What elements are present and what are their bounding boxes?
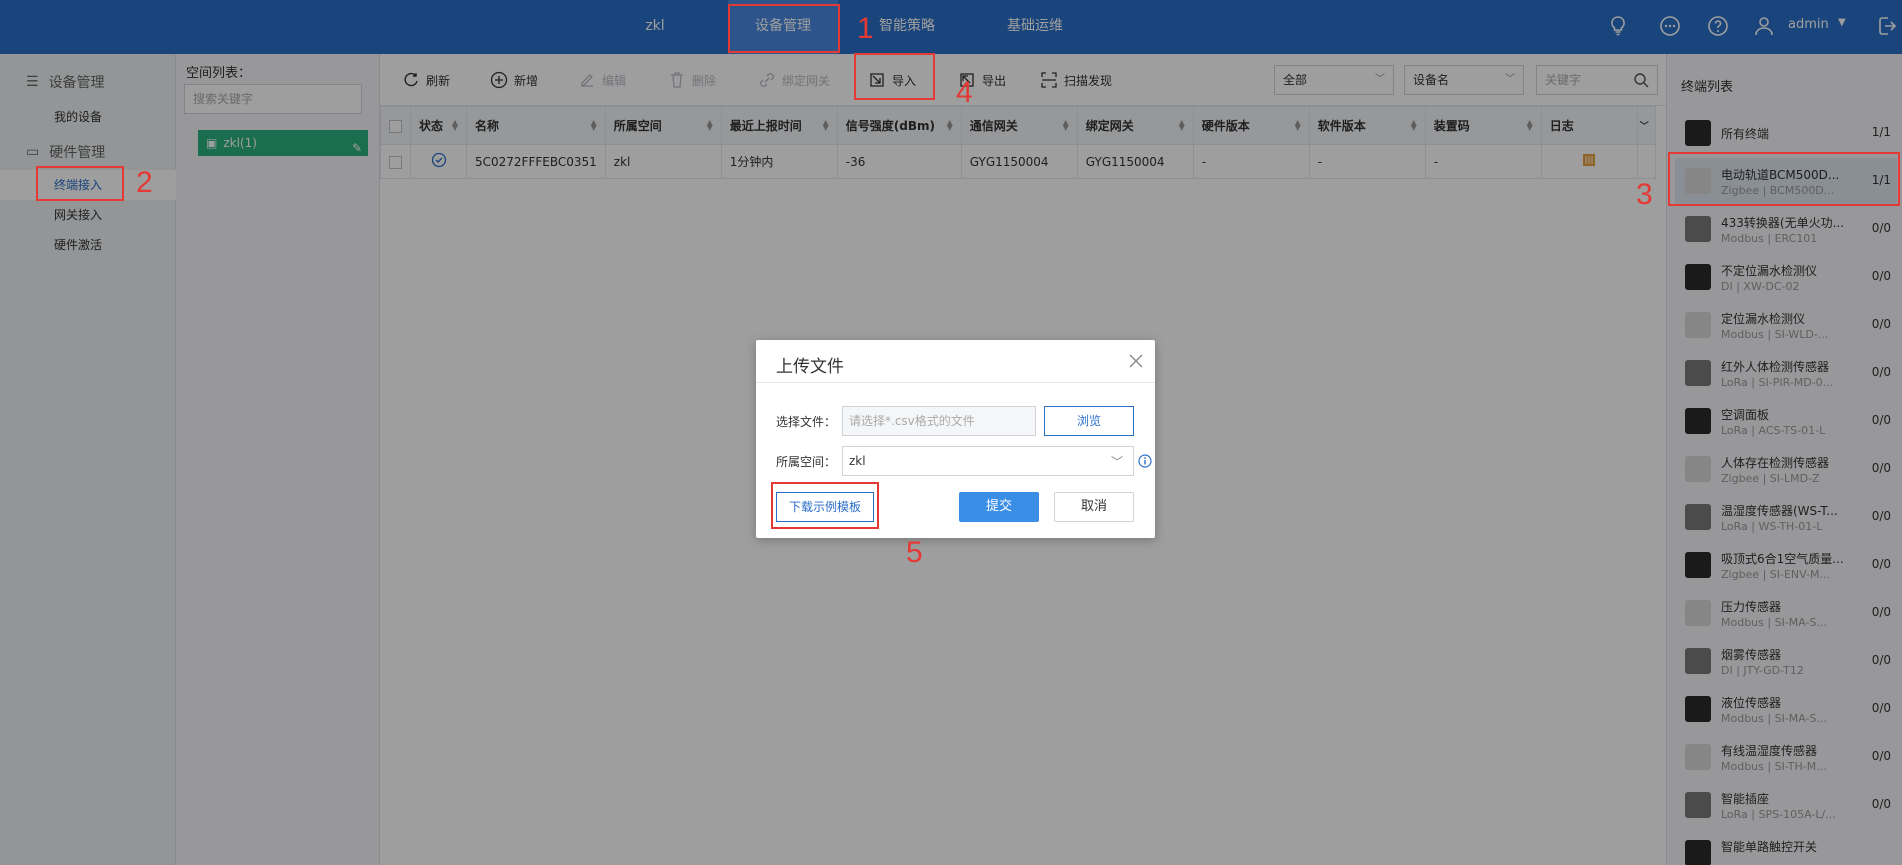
annotation-number-2: 2	[136, 166, 153, 199]
close-icon[interactable]	[1127, 352, 1145, 370]
annotation-box-1	[728, 4, 840, 53]
annotation-box-2	[36, 166, 124, 201]
submit-button[interactable]: 提交	[959, 492, 1039, 522]
annotation-number-3: 3	[1636, 178, 1653, 211]
annotation-number-1: 1	[857, 12, 874, 45]
browse-button[interactable]: 浏览	[1044, 406, 1134, 436]
file-path-input[interactable]: 请选择*.csv格式的文件	[842, 406, 1036, 436]
annotation-box-4	[854, 53, 935, 100]
chevron-down-icon: ﹀	[1110, 455, 1123, 469]
space-select[interactable]: zkl ﹀	[842, 446, 1134, 476]
space-field-label: 所属空间：	[776, 455, 837, 469]
annotation-number-5: 5	[906, 536, 923, 569]
file-field-label: 选择文件：	[776, 415, 837, 429]
annotation-box-5	[771, 482, 879, 529]
dialog-title: 上传文件	[776, 357, 844, 377]
info-icon[interactable]	[1138, 454, 1152, 468]
annotation-number-4: 4	[956, 76, 973, 109]
annotation-box-3	[1668, 152, 1900, 206]
cancel-button[interactable]: 取消	[1054, 492, 1134, 522]
